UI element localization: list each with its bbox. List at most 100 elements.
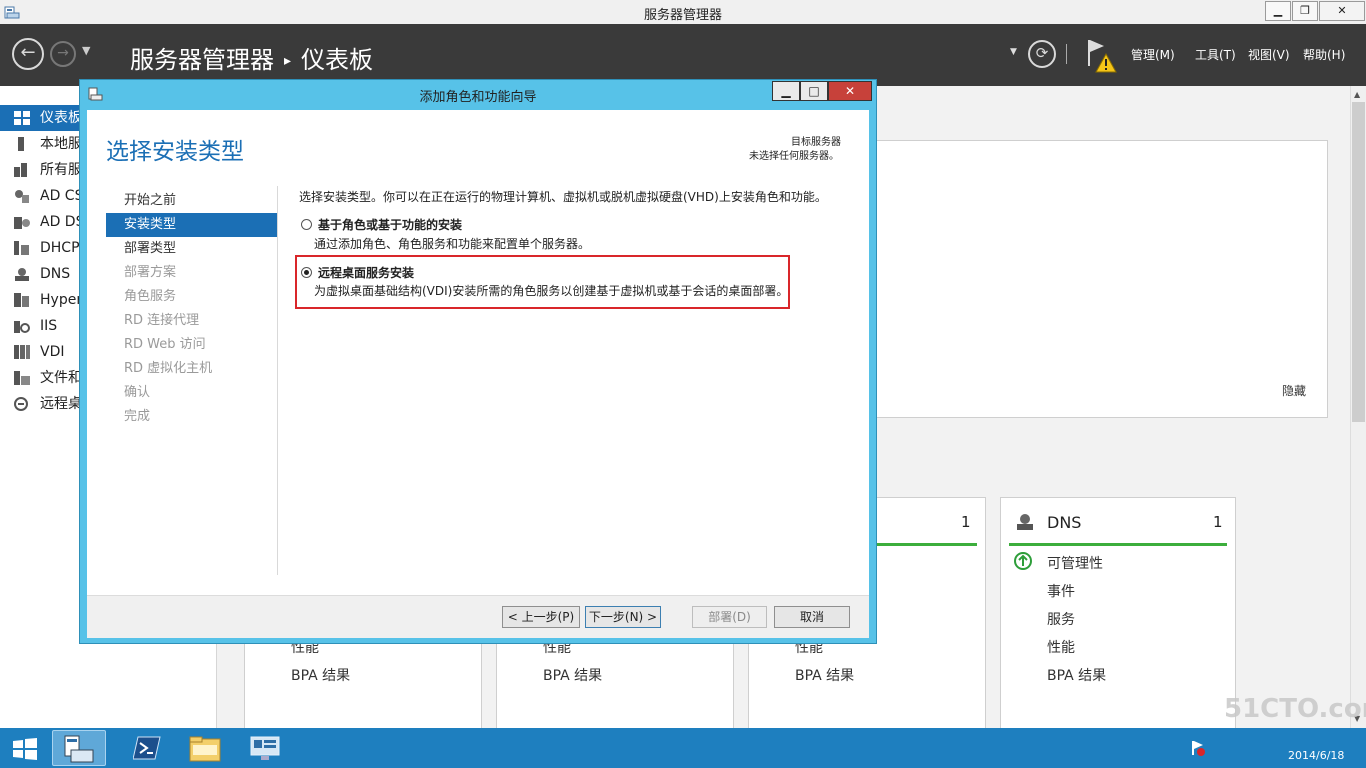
sidebar-item-label: AD CS xyxy=(40,188,84,204)
forward-button[interactable]: → xyxy=(50,41,76,67)
server-manager-icon xyxy=(64,735,94,763)
tile-item[interactable]: 服务 xyxy=(1047,609,1075,629)
sidebar-item-label: VDI xyxy=(40,344,65,360)
tile-title: DNS xyxy=(1047,513,1082,532)
radio-role-based-install[interactable] xyxy=(301,219,312,230)
step-completion: 完成 xyxy=(124,409,151,424)
close-icon: ✕ xyxy=(844,84,856,98)
step-deployment-type[interactable]: 部署类型 xyxy=(106,237,277,261)
iis-icon xyxy=(14,321,30,333)
option-rds-title[interactable]: 远程桌面服务安装 xyxy=(318,264,414,281)
taskbar-date[interactable]: 2014/6/18 xyxy=(1288,749,1344,762)
history-dropdown-icon[interactable]: ▼ xyxy=(82,44,90,57)
servers-icon xyxy=(14,163,27,177)
refresh-icon: ⟳ xyxy=(1035,44,1049,62)
dialog-minimize-button[interactable]: ▁ xyxy=(772,81,800,101)
step-rd-web-access: RD Web 访问 xyxy=(124,337,206,352)
next-button[interactable]: 下一步(N) > xyxy=(585,606,661,628)
minimize-icon: ▁ xyxy=(781,84,791,98)
step-before-you-begin[interactable]: 开始之前 xyxy=(106,189,277,213)
dialog-close-button[interactable]: ✕ xyxy=(828,81,872,101)
target-server-label: 目标服务器 xyxy=(791,137,841,148)
app-titlebar: 服务器管理器 ▁ ❐ ✕ xyxy=(0,0,1366,25)
breadcrumb-current: 仪表板 xyxy=(301,46,374,74)
step-role-services: 角色服务 xyxy=(124,289,177,304)
taskbar-remote-desktop[interactable] xyxy=(240,730,288,766)
tile-item[interactable]: 事件 xyxy=(1047,581,1075,601)
steps-divider xyxy=(277,186,278,575)
dns-icon xyxy=(15,268,29,281)
option-role-based-desc: 通过添加角色、角色服务和功能来配置单个服务器。 xyxy=(314,237,591,251)
radio-rds-install[interactable] xyxy=(301,267,312,278)
app-header: ← → ▼ 服务器管理器 ▸ 仪表板 ▼ ⟳ 管理(M) 工具(T) 视图(V) 帮… xyxy=(0,24,1366,86)
sidebar-item-label: AD DS xyxy=(40,214,85,230)
remote-desktop-connection-icon xyxy=(250,736,280,760)
cancel-button[interactable]: 取消 xyxy=(774,606,850,628)
tile-item[interactable]: 可管理性 xyxy=(1047,553,1103,573)
step-installation-type[interactable]: 安装类型 xyxy=(106,213,277,237)
scroll-up-icon[interactable]: ▲ xyxy=(1354,90,1360,99)
maximize-icon: □ xyxy=(808,84,820,98)
refresh-button[interactable]: ⟳ xyxy=(1028,40,1056,68)
dns-tile[interactable]: DNS 1 可管理性 事件 服务 性能 BPA 结果 xyxy=(1000,497,1236,730)
minimize-button[interactable]: ▁ xyxy=(1265,1,1291,21)
sidebar-item-label: Hyper xyxy=(40,292,83,308)
step-deployment-scenario: 部署方案 xyxy=(124,265,177,280)
header-divider xyxy=(1066,44,1067,64)
welcome-panel: 隐藏 xyxy=(876,140,1328,418)
taskbar-powershell[interactable] xyxy=(122,730,170,766)
menu-manage[interactable]: 管理(M) xyxy=(1131,46,1175,63)
remote-desktop-icon xyxy=(14,397,28,411)
ad-ds-icon xyxy=(14,217,30,229)
scroll-thumb[interactable] xyxy=(1352,102,1365,422)
close-button[interactable]: ✕ xyxy=(1319,1,1365,21)
menu-view[interactable]: 视图(V) xyxy=(1248,46,1290,63)
tile-item[interactable]: 性能 xyxy=(1047,637,1075,657)
back-button[interactable]: ← xyxy=(12,38,44,70)
windows-logo-icon xyxy=(13,738,37,760)
hide-welcome-link[interactable]: 隐藏 xyxy=(1282,382,1306,399)
taskbar-server-manager[interactable] xyxy=(52,730,106,766)
step-rd-connection-broker: RD 连接代理 xyxy=(124,313,200,328)
taskbar: 51CTO.com 2014/6/18 xyxy=(0,694,1366,768)
tile-item[interactable]: BPA 结果 xyxy=(543,665,602,685)
restore-button[interactable]: ❐ xyxy=(1292,1,1318,21)
sidebar-item-label: DNS xyxy=(40,266,71,282)
dialog-maximize-button[interactable]: □ xyxy=(800,81,828,101)
step-rd-virtualization-host: RD 虚拟化主机 xyxy=(124,361,213,376)
dialog-body: 选择安装类型 目标服务器 未选择任何服务器。 开始之前 安装类型 部署类型 部署… xyxy=(87,110,869,638)
ad-cs-icon xyxy=(15,190,29,203)
dashboard-icon xyxy=(14,111,30,125)
tile-count: 1 xyxy=(961,513,971,531)
tile-item[interactable]: BPA 结果 xyxy=(795,665,854,685)
deploy-button: 部署(D) xyxy=(692,606,767,628)
sidebar-item-label: 远程桌 xyxy=(40,396,82,412)
option-rds-desc: 为虚拟桌面基础结构(VDI)安装所需的角色服务以创建基于虚拟机或基于会话的桌面部… xyxy=(314,284,789,298)
arrow-left-icon: ← xyxy=(20,42,36,63)
file-services-icon xyxy=(14,371,30,385)
main-scrollbar[interactable]: ▲ ▼ xyxy=(1350,86,1366,728)
refresh-dropdown-icon[interactable]: ▼ xyxy=(1010,47,1017,57)
taskbar-file-explorer[interactable] xyxy=(180,730,228,766)
tile-item[interactable]: BPA 结果 xyxy=(1047,665,1106,685)
page-title: 选择安装类型 xyxy=(106,139,244,165)
menu-help[interactable]: 帮助(H) xyxy=(1303,46,1345,63)
sidebar-item-label: IIS xyxy=(40,318,58,334)
app-title: 服务器管理器 xyxy=(643,8,722,23)
breadcrumb-separator: ▸ xyxy=(284,53,292,69)
dialog-title: 添加角色和功能向导 xyxy=(419,90,537,105)
notifications-flag-icon[interactable] xyxy=(1086,38,1118,74)
sidebar-item-label: 所有服 xyxy=(40,162,82,178)
tile-item[interactable]: BPA 结果 xyxy=(291,665,350,685)
page-description: 选择安装类型。你可以在正在运行的物理计算机、虚拟机或脱机虚拟硬盘(VHD)上安装… xyxy=(299,190,827,204)
sidebar-item-label: DHCP xyxy=(40,240,80,256)
previous-button[interactable]: < 上一步(P) xyxy=(502,606,580,628)
start-button[interactable] xyxy=(0,730,50,766)
breadcrumb-root[interactable]: 服务器管理器 xyxy=(130,46,274,74)
action-center-flag-icon[interactable] xyxy=(1190,740,1206,756)
option-role-based-title[interactable]: 基于角色或基于功能的安装 xyxy=(318,216,462,233)
breadcrumb: 服务器管理器 ▸ 仪表板 xyxy=(130,40,373,75)
step-confirmation: 确认 xyxy=(124,385,151,400)
menu-tools[interactable]: 工具(T) xyxy=(1195,46,1236,63)
vdi-icon xyxy=(14,345,30,359)
